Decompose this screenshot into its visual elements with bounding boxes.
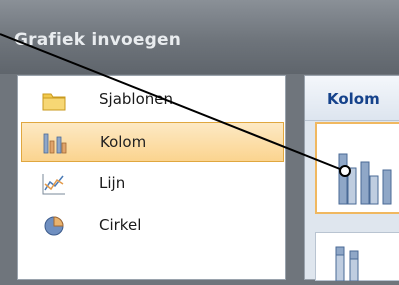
chart-gallery: Kolom [304, 75, 399, 282]
column-chart-icon [42, 131, 68, 155]
gallery-section-title: Kolom [327, 90, 380, 108]
category-label: Kolom [100, 133, 147, 151]
chart-category-list: Sjablonen Kolom Lijn Cirkel [17, 75, 286, 280]
folder-icon [41, 88, 67, 112]
line-chart-icon [41, 172, 67, 196]
chart-thumbnail-clustered-column[interactable] [315, 122, 399, 214]
category-label: Sjablonen [99, 90, 173, 108]
category-item-templates[interactable]: Sjablonen [21, 80, 284, 120]
category-label: Cirkel [99, 216, 142, 234]
dialog-titlebar: Grafiek invoegen [0, 0, 399, 74]
chart-thumbnail-stacked-column[interactable] [315, 232, 399, 282]
stacked-column-icon [335, 246, 359, 282]
category-item-line[interactable]: Lijn [21, 164, 284, 204]
category-item-pie[interactable]: Cirkel [21, 206, 284, 246]
clustered-column-icon [338, 153, 392, 205]
pie-chart-icon [41, 214, 67, 238]
dialog-title: Grafiek invoegen [14, 30, 182, 50]
gallery-section-header: Kolom [305, 76, 399, 121]
category-item-column[interactable]: Kolom [21, 122, 284, 162]
category-label: Lijn [99, 174, 126, 192]
